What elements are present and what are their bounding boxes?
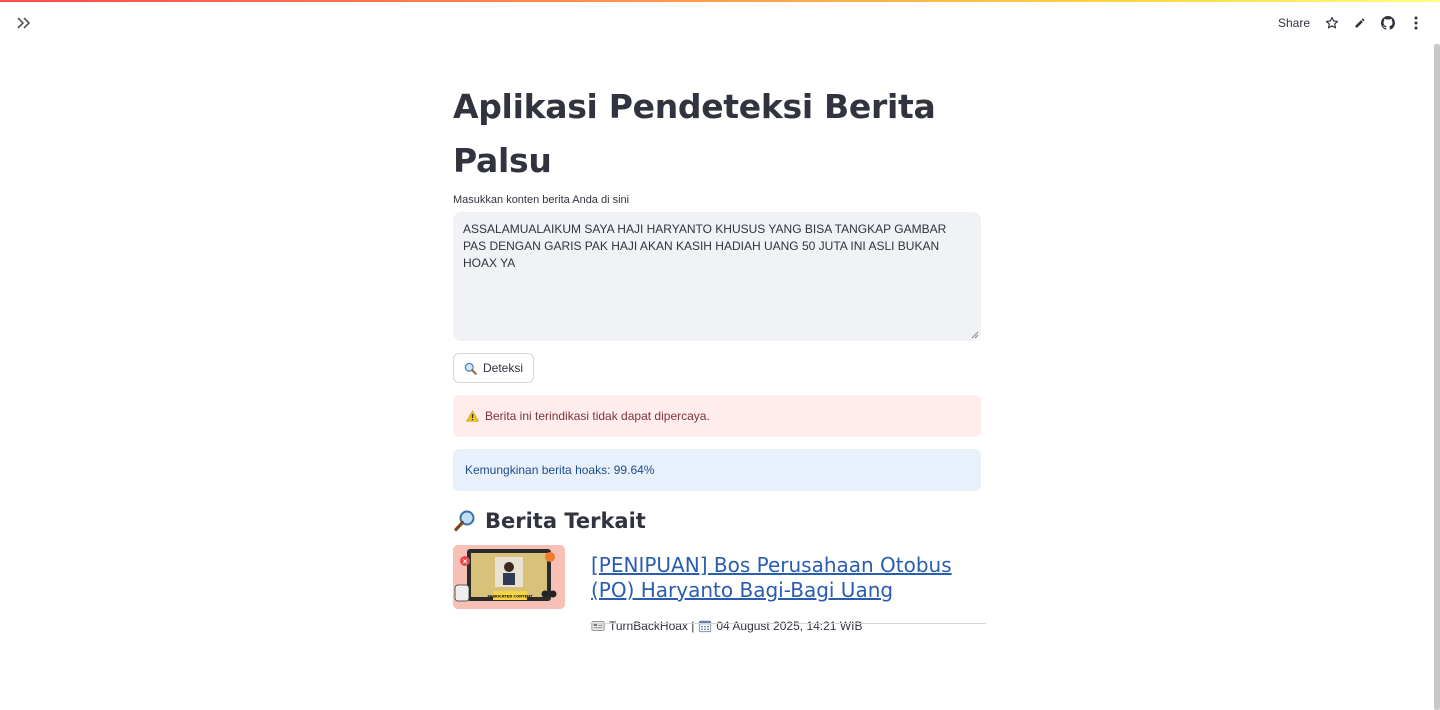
detect-button[interactable]: Deteksi	[453, 353, 535, 383]
info-alert: Kemungkinan berita hoaks: 99.64%	[453, 449, 981, 491]
app-header: Share	[0, 2, 1440, 44]
news-date: 04 August 2025, 14:21 WIB	[716, 619, 863, 633]
magnifying-glass-icon	[454, 510, 475, 532]
news-meta: TurnBackHoax | 04 August 2025, 14:21 WIB	[591, 619, 981, 633]
github-icon	[1381, 16, 1395, 30]
expand-sidebar-button[interactable]	[14, 13, 34, 33]
warning-icon	[466, 410, 479, 422]
edit-button[interactable]	[1352, 15, 1368, 31]
main-menu-button[interactable]	[1408, 15, 1424, 31]
news-title-link[interactable]: [PENIPUAN] Bos Perusahaan Otobus (PO) Ha…	[591, 553, 981, 603]
star-icon	[1325, 16, 1339, 29]
news-textarea-value: ASSALAMUALAIKUM SAYA HAJI HARYANTO KHUSU…	[463, 222, 947, 270]
main-content: Aplikasi Pendeteksi Berita Palsu Masukka…	[453, 80, 981, 633]
double-chevron-right-icon	[17, 17, 31, 29]
news-source: TurnBackHoax |	[609, 619, 695, 633]
hoax-probability-text: Kemungkinan berita hoaks: 99.64%	[465, 463, 655, 477]
github-button[interactable]	[1380, 15, 1396, 31]
more-vert-icon	[1414, 16, 1418, 30]
news-thumbnail[interactable]: FABRICATED CONTENT ×	[453, 545, 565, 609]
news-thumbnail-image: FABRICATED CONTENT ×	[453, 545, 565, 609]
magnifier-icon	[464, 362, 477, 375]
star-button[interactable]	[1324, 15, 1340, 31]
thumb-caption: FABRICATED CONTENT	[487, 595, 533, 599]
page-title: Aplikasi Pendeteksi Berita Palsu	[453, 87, 936, 180]
thumb-x-mark: ×	[462, 558, 468, 566]
share-button[interactable]: Share	[1278, 16, 1310, 30]
scrollbar-thumb[interactable]	[1434, 44, 1440, 710]
news-body: [PENIPUAN] Bos Perusahaan Otobus (PO) Ha…	[591, 545, 981, 633]
resize-handle-icon[interactable]	[971, 331, 979, 339]
news-textarea[interactable]: ASSALAMUALAIKUM SAYA HAJI HARYANTO KHUSU…	[453, 212, 981, 341]
warning-alert: Berita ini terindikasi tidak dapat diper…	[453, 395, 981, 437]
related-news-header: Berita Terkait	[453, 509, 981, 533]
calendar-icon	[699, 620, 712, 633]
newspaper-icon	[591, 621, 605, 631]
detect-button-label: Deteksi	[483, 361, 524, 375]
news-divider	[590, 623, 986, 624]
list-item: FABRICATED CONTENT × [PENIPUAN] Bos Peru…	[453, 545, 981, 633]
news-input-label: Masukkan konten berita Anda di sini	[453, 194, 630, 206]
warning-alert-text: Berita ini terindikasi tidak dapat diper…	[485, 409, 710, 423]
related-news-title: Berita Terkait	[485, 509, 646, 533]
toolbar: Share	[1278, 10, 1424, 36]
pencil-icon	[1355, 18, 1365, 28]
